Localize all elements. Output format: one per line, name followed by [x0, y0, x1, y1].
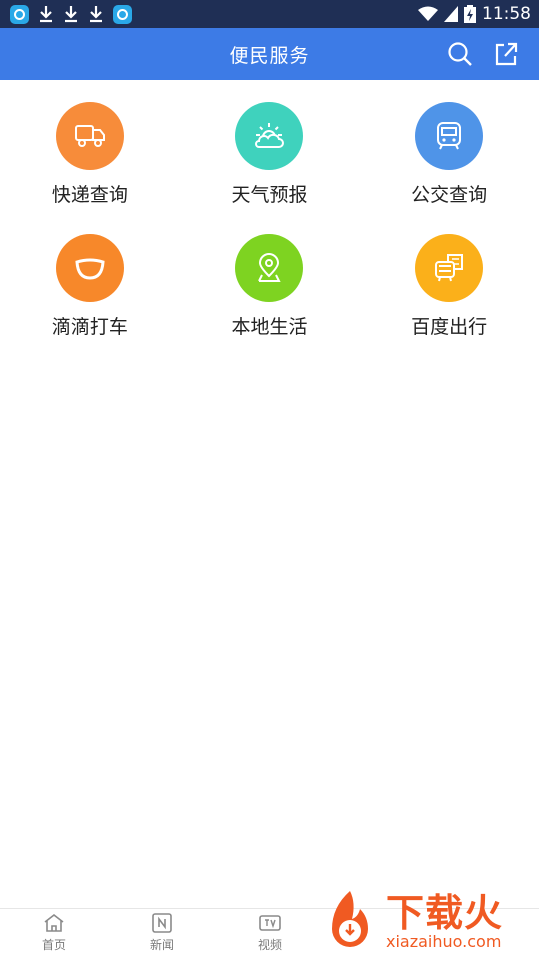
service-label: 公交查询 — [411, 184, 488, 206]
service-weather[interactable]: 天气预报 — [180, 80, 360, 212]
battery-charging-icon — [464, 5, 476, 23]
status-bar: 11:58 — [0, 0, 539, 28]
service-label: 快递查询 — [51, 184, 128, 206]
signal-icon — [444, 6, 458, 22]
notification-icons — [10, 4, 132, 24]
service-express-query[interactable]: 快递查询 — [0, 80, 180, 212]
share-icon[interactable] — [492, 40, 520, 68]
tab-news[interactable]: 新闻 — [108, 909, 216, 958]
status-time: 11:58 — [482, 4, 531, 24]
service-baidu-travel[interactable]: 百度出行 — [359, 212, 539, 344]
delivery-truck-icon — [55, 102, 124, 170]
tv-icon — [259, 915, 281, 931]
watermark-brand-en: xiazaihuo.com — [386, 932, 502, 951]
app-notification-icon — [113, 4, 132, 24]
tab-label: 首页 — [41, 938, 66, 952]
tab-label: 新闻 — [149, 938, 174, 952]
app-notification-icon — [10, 4, 29, 24]
search-icon[interactable] — [446, 40, 474, 68]
service-label: 本地生活 — [231, 316, 308, 338]
news-icon — [152, 913, 172, 933]
download-icon — [38, 5, 54, 23]
location-pin-icon — [235, 234, 304, 302]
home-icon — [44, 913, 64, 932]
bus-ticket-icon — [415, 234, 484, 302]
wifi-icon — [418, 6, 438, 21]
service-label: 滴滴打车 — [51, 316, 128, 338]
service-didi-taxi[interactable]: 滴滴打车 — [0, 212, 180, 344]
flame-logo-icon — [332, 891, 368, 947]
service-bus-query[interactable]: 公交查询 — [359, 80, 539, 212]
tab-label: 视频 — [257, 938, 282, 952]
download-icon — [88, 5, 104, 23]
service-grid: 快递查询 天气预报 公交查询 滴滴打车 本地生活 百度出行 — [0, 80, 539, 344]
service-label: 天气预报 — [231, 184, 308, 206]
tab-home[interactable]: 首页 — [0, 909, 108, 958]
weather-sun-cloud-icon — [235, 102, 304, 170]
top-bar: 便民服务 — [0, 28, 539, 80]
watermark-brand-cn: 下载火 — [386, 891, 504, 935]
service-local-life[interactable]: 本地生活 — [180, 212, 360, 344]
didi-icon — [55, 234, 124, 302]
bus-icon — [415, 102, 484, 170]
watermark-logo: 下载火 xiazaihuo.com — [318, 886, 539, 958]
page-title: 便民服务 — [229, 44, 310, 67]
download-icon — [63, 5, 79, 23]
tab-video[interactable]: 视频 — [216, 909, 324, 958]
service-label: 百度出行 — [411, 316, 488, 338]
